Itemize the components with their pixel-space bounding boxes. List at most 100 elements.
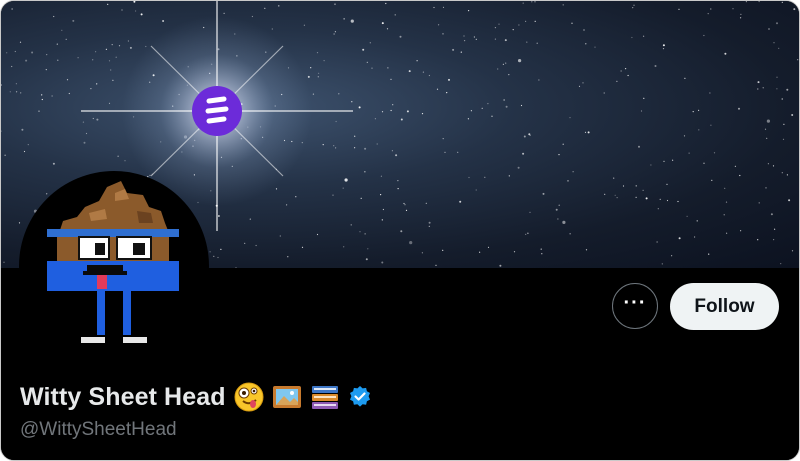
star	[604, 193, 606, 195]
star	[633, 4, 635, 6]
star	[358, 106, 361, 109]
star	[382, 208, 384, 211]
star	[688, 152, 690, 154]
pixel-character-image	[47, 181, 179, 343]
star	[408, 70, 411, 73]
star	[318, 72, 320, 74]
star	[121, 9, 123, 11]
star	[468, 176, 470, 179]
star	[774, 228, 776, 230]
framed-picture-icon	[272, 386, 301, 408]
star	[25, 59, 28, 62]
star	[460, 51, 462, 53]
star	[677, 200, 679, 203]
star	[725, 201, 728, 203]
star	[659, 198, 661, 200]
star	[711, 179, 713, 181]
star	[364, 147, 367, 150]
star	[366, 61, 368, 64]
star	[303, 24, 305, 26]
star	[640, 110, 643, 112]
star	[666, 183, 668, 185]
star	[369, 42, 371, 44]
star	[627, 74, 629, 77]
star	[394, 14, 396, 16]
star	[523, 135, 526, 138]
star	[475, 189, 477, 191]
star	[625, 68, 627, 70]
star	[334, 31, 336, 33]
user-handle: @WittySheetHead	[20, 419, 177, 440]
star	[793, 8, 796, 11]
star	[703, 162, 705, 164]
star	[713, 152, 716, 154]
star	[364, 233, 366, 235]
star	[301, 246, 304, 248]
star	[517, 166, 520, 169]
star	[77, 57, 79, 59]
star	[162, 20, 165, 22]
star	[594, 46, 596, 48]
more-options-button[interactable]: ···	[612, 283, 658, 329]
star	[23, 150, 26, 153]
star	[376, 143, 378, 145]
star	[400, 118, 403, 121]
star	[399, 35, 402, 38]
star	[620, 70, 622, 72]
star	[41, 98, 43, 101]
star	[255, 244, 257, 247]
star	[338, 93, 340, 95]
star	[663, 160, 665, 162]
avatar[interactable]	[19, 171, 209, 361]
star	[562, 143, 564, 145]
star	[452, 48, 455, 51]
star	[536, 42, 538, 44]
star	[213, 255, 215, 257]
star	[654, 65, 657, 67]
star	[724, 52, 727, 55]
star	[745, 1, 748, 3]
star	[61, 29, 63, 31]
star	[395, 154, 398, 157]
star	[541, 253, 543, 255]
star	[21, 128, 24, 131]
star	[497, 68, 499, 70]
star	[503, 99, 505, 101]
star	[783, 123, 785, 125]
star	[494, 27, 496, 29]
star	[616, 197, 618, 199]
star	[140, 13, 143, 16]
star	[287, 256, 289, 258]
star	[613, 177, 615, 179]
star	[505, 105, 508, 108]
star	[112, 79, 114, 81]
star	[494, 38, 496, 40]
star	[762, 87, 764, 89]
star	[538, 79, 540, 81]
star	[442, 6, 445, 8]
star	[209, 251, 211, 253]
star	[778, 47, 780, 50]
star	[484, 176, 486, 178]
star	[765, 187, 767, 189]
star	[797, 59, 799, 61]
star	[583, 29, 585, 31]
star	[380, 175, 382, 177]
zany-face-icon	[234, 382, 264, 412]
star	[359, 231, 361, 233]
star	[279, 235, 281, 237]
star	[249, 218, 251, 220]
star	[791, 250, 794, 252]
star	[350, 224, 352, 226]
star	[92, 59, 94, 61]
star	[764, 128, 767, 130]
star	[428, 221, 431, 224]
star	[82, 121, 84, 123]
star	[428, 74, 430, 77]
star	[678, 237, 681, 240]
star	[468, 10, 470, 12]
star	[45, 69, 47, 71]
star	[562, 4, 564, 6]
star	[264, 7, 266, 9]
follow-button[interactable]: Follow	[670, 283, 779, 330]
